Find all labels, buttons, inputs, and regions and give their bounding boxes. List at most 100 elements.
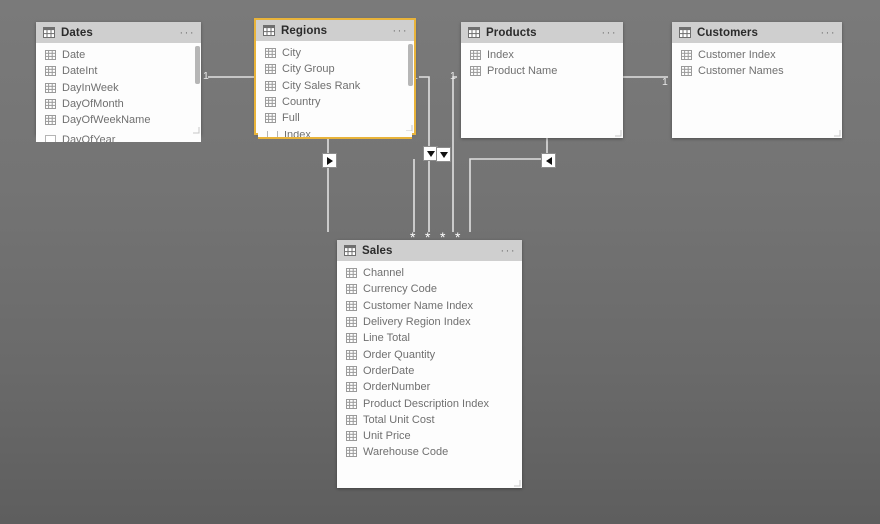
field-icon <box>346 414 357 425</box>
field-row[interactable]: Order Quantity <box>337 346 522 362</box>
table-header-customers[interactable]: Customers ··· <box>672 22 842 43</box>
field-icon <box>45 99 56 110</box>
field-row[interactable]: Customer Name Index <box>337 298 522 314</box>
field-label: OrderDate <box>363 364 415 377</box>
resize-handle[interactable] <box>192 126 200 134</box>
table-menu-dates[interactable]: ··· <box>180 27 196 38</box>
filter-direction-arrow-customers[interactable] <box>541 153 556 168</box>
model-diagram-canvas[interactable]: 1 1 1 1 * * * * Dates ··· Date DateInt D… <box>0 0 880 524</box>
field-label: City <box>282 47 301 60</box>
field-row[interactable]: DayOfMonth <box>36 96 201 112</box>
field-row[interactable]: Customer Names <box>672 63 842 79</box>
field-icon <box>346 300 357 311</box>
field-icon <box>346 333 357 344</box>
field-label: Order Quantity <box>363 348 436 361</box>
field-row[interactable]: Date <box>36 47 201 63</box>
field-row[interactable]: Total Unit Cost <box>337 412 522 428</box>
field-row[interactable]: Customer Index <box>672 47 842 63</box>
table-header-sales[interactable]: Sales ··· <box>337 240 522 261</box>
resize-handle[interactable] <box>513 479 521 487</box>
field-icon <box>265 113 276 124</box>
field-row[interactable]: Index <box>461 47 623 63</box>
field-icon <box>470 50 481 61</box>
table-fields-customers: Customer Index Customer Names <box>672 43 842 138</box>
field-row[interactable]: City Sales Rank <box>256 78 414 94</box>
table-header-products[interactable]: Products ··· <box>461 22 623 43</box>
field-icon <box>265 80 276 91</box>
table-icon <box>344 245 356 256</box>
field-label: City Sales Rank <box>282 79 361 92</box>
table-card-sales[interactable]: Sales ··· Channel Currency Code Customer… <box>337 240 522 488</box>
field-label: DayInWeek <box>62 81 119 94</box>
table-card-customers[interactable]: Customers ··· Customer Index Customer Na… <box>672 22 842 138</box>
field-icon <box>45 115 56 126</box>
field-icon <box>346 398 357 409</box>
field-row[interactable]: Currency Code <box>337 281 522 297</box>
resize-handle[interactable] <box>614 129 622 137</box>
field-row[interactable]: Country <box>256 94 414 110</box>
table-name-products: Products <box>486 26 537 39</box>
field-row[interactable]: Warehouse Code <box>337 444 522 460</box>
field-label: City Group <box>282 63 335 76</box>
field-label: Customer Names <box>698 65 784 78</box>
cardinality-one-dates: 1 <box>203 70 209 82</box>
field-label: DayOfMonth <box>62 98 124 111</box>
field-label: Full <box>282 112 300 125</box>
field-row[interactable]: City <box>256 45 414 61</box>
field-icon <box>346 447 357 458</box>
field-row[interactable]: Full <box>256 110 414 126</box>
table-regions-clipped-row: Index <box>258 131 412 139</box>
field-row[interactable]: Product Name <box>461 63 623 79</box>
field-row[interactable]: OrderDate <box>337 363 522 379</box>
field-row[interactable]: DateInt <box>36 63 201 79</box>
field-label: Index <box>487 49 514 62</box>
field-label: Product Name <box>487 65 558 78</box>
field-icon <box>681 66 692 77</box>
field-row[interactable]: Unit Price <box>337 428 522 444</box>
table-menu-regions[interactable]: ··· <box>393 25 409 36</box>
resize-handle[interactable] <box>833 129 841 137</box>
field-row[interactable]: DayInWeek <box>36 80 201 96</box>
filter-direction-arrow-products[interactable] <box>436 147 451 162</box>
table-name-customers: Customers <box>697 26 758 39</box>
field-icon <box>45 66 56 77</box>
field-icon <box>346 431 357 442</box>
field-label: Date <box>62 49 86 62</box>
table-card-products[interactable]: Products ··· Index Product Name <box>461 22 623 138</box>
field-row[interactable]: Line Total <box>337 330 522 346</box>
table-name-sales: Sales <box>362 244 393 257</box>
vertical-scrollbar[interactable] <box>195 46 200 84</box>
field-row[interactable]: City Group <box>256 61 414 77</box>
table-name-dates: Dates <box>61 26 93 39</box>
filter-direction-arrow-dates[interactable] <box>322 153 337 168</box>
field-icon <box>45 50 56 61</box>
field-label: Channel <box>363 267 404 280</box>
field-row[interactable]: DayOfWeekName <box>36 112 201 128</box>
table-dates-clipped-row: DayOfYear <box>36 135 201 142</box>
field-row[interactable]: OrderNumber <box>337 379 522 395</box>
field-row[interactable]: Product Description Index <box>337 395 522 411</box>
vertical-scrollbar[interactable] <box>408 44 413 86</box>
table-card-regions[interactable]: Regions ··· City City Group City Sales R… <box>256 20 414 133</box>
field-label: DayOfWeekName <box>62 114 151 127</box>
field-icon <box>681 50 692 61</box>
field-icon <box>346 349 357 360</box>
table-menu-products[interactable]: ··· <box>602 27 618 38</box>
field-row[interactable]: Channel <box>337 265 522 281</box>
table-menu-customers[interactable]: ··· <box>821 27 837 38</box>
field-row[interactable]: Delivery Region Index <box>337 314 522 330</box>
table-icon <box>43 27 55 38</box>
table-icon <box>679 27 691 38</box>
table-fields-dates: Date DateInt DayInWeek DayOfMonth DayOfW… <box>36 43 201 135</box>
table-menu-sales[interactable]: ··· <box>501 245 517 256</box>
table-name-regions: Regions <box>281 24 328 37</box>
table-icon <box>468 27 480 38</box>
table-header-regions[interactable]: Regions ··· <box>256 20 414 41</box>
table-card-dates[interactable]: Dates ··· Date DateInt DayInWeek DayOfMo… <box>36 22 201 135</box>
field-icon <box>346 317 357 328</box>
table-fields-regions: City City Group City Sales Rank Country … <box>256 41 414 133</box>
field-icon <box>45 82 56 93</box>
field-label: Index <box>284 131 311 139</box>
field-label: OrderNumber <box>363 381 431 394</box>
table-header-dates[interactable]: Dates ··· <box>36 22 201 43</box>
